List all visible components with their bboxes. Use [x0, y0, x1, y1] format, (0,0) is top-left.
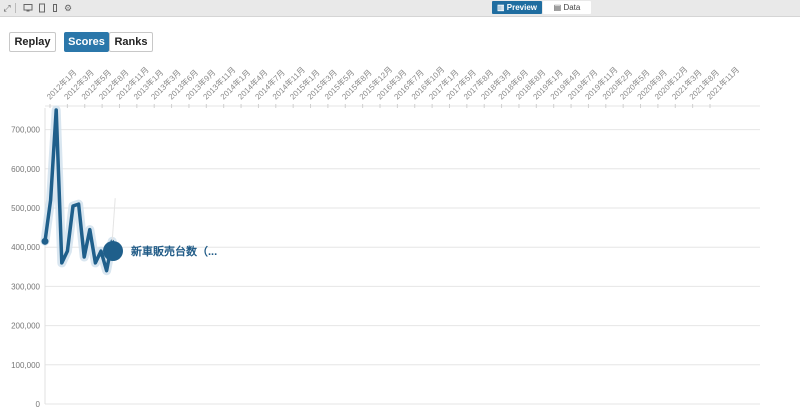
line-chart: 0 100,000 200,000 300,000 400,000 500,000 600,…: [11, 64, 760, 409]
y-tick-label: 0: [36, 400, 41, 409]
y-tick-label: 400,000: [11, 243, 40, 252]
series-start-point: [41, 237, 49, 245]
y-tick-label: 100,000: [11, 361, 40, 370]
y-tick-label: 300,000: [11, 282, 40, 291]
y-tick-label: 700,000: [11, 126, 40, 135]
y-tick-label: 500,000: [11, 204, 40, 213]
y-tick-label: 600,000: [11, 165, 40, 174]
y-tick-label: 200,000: [11, 322, 40, 331]
series-label: 新車販売台数（...: [131, 244, 217, 258]
series-end-point: [103, 241, 123, 261]
series-tail: [111, 198, 116, 242]
